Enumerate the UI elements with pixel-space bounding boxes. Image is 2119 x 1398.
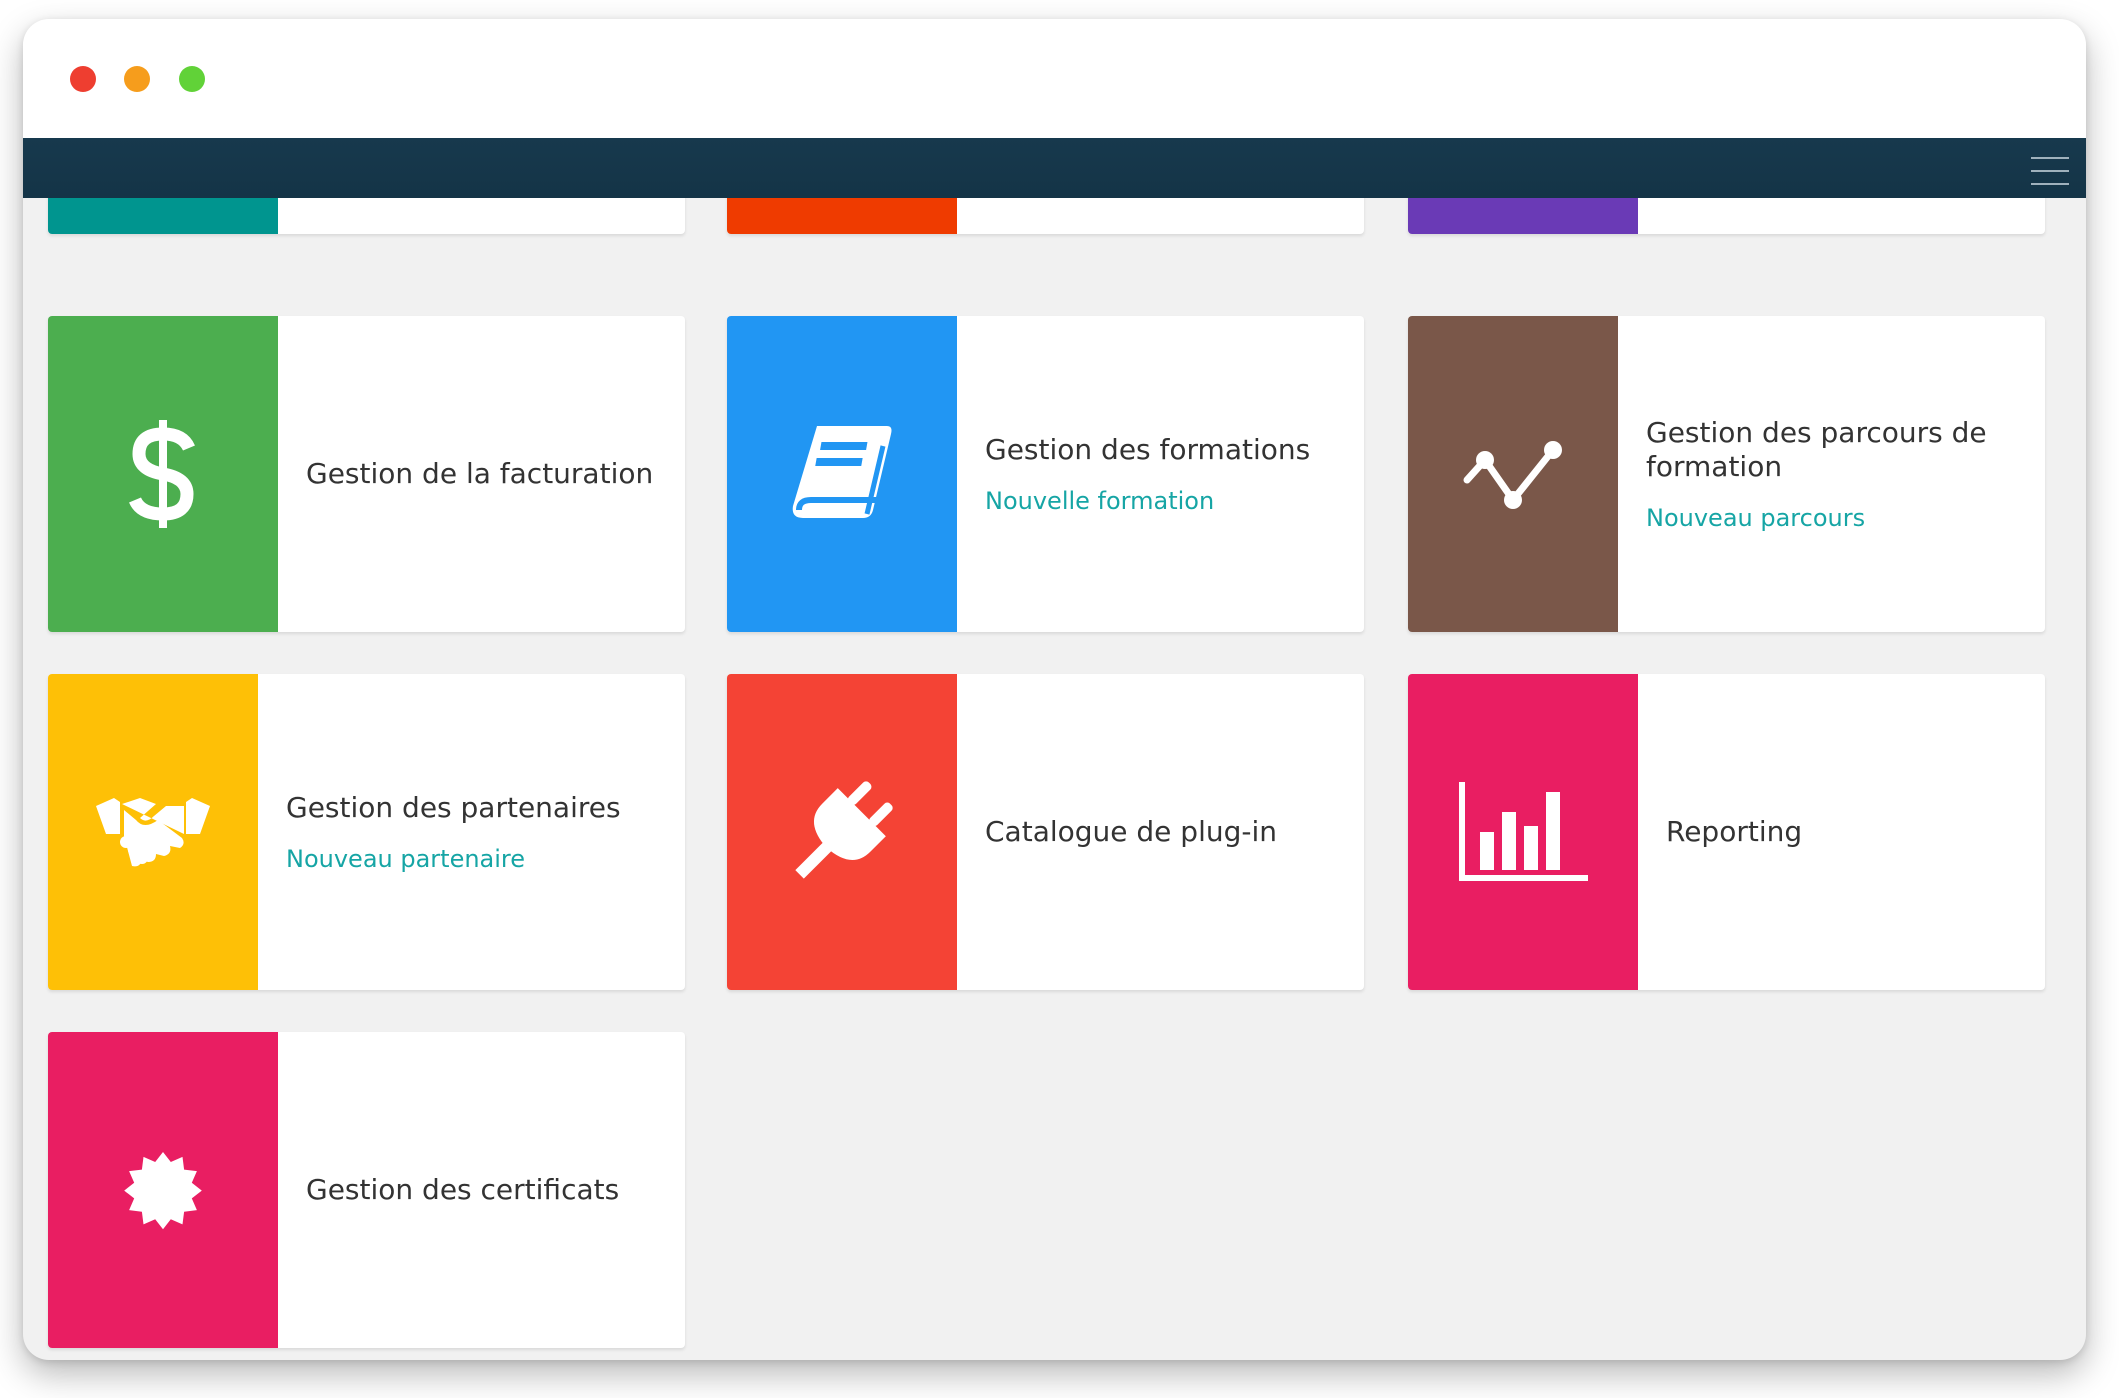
card-title: Gestion des parcours de formation — [1646, 415, 1987, 483]
browser-window: Gestion de la facturation Gestion des fo… — [23, 19, 2086, 1360]
new-partner-link[interactable]: Nouveau partenaire — [286, 845, 661, 873]
partial-card-2[interactable] — [727, 198, 1364, 234]
partial-card-1[interactable] — [48, 198, 685, 234]
card-tile-certificates — [48, 1032, 278, 1348]
card-certificates[interactable]: Gestion des certificats — [48, 1032, 685, 1348]
partial-card-3[interactable] — [1408, 198, 2045, 234]
card-plugins[interactable]: Catalogue de plug-in — [727, 674, 1364, 990]
card-tile-reporting — [1408, 674, 1638, 990]
card-title: Catalogue de plug-in — [985, 814, 1278, 848]
card-title: Reporting — [1666, 814, 1803, 848]
card-trainings[interactable]: Gestion des formations Nouvelle formatio… — [727, 316, 1364, 632]
card-title: Gestion des formations — [985, 432, 1311, 466]
hamburger-menu-icon[interactable] — [2031, 157, 2069, 185]
card-tile — [48, 198, 278, 234]
card-title: Gestion des certificats — [306, 1172, 620, 1206]
dollar-sign-icon — [129, 420, 195, 528]
card-tile — [1408, 198, 1638, 234]
card-tile — [727, 198, 957, 234]
new-training-link[interactable]: Nouvelle formation — [985, 487, 1340, 515]
card-paths[interactable]: Gestion des parcours de formation Nouvea… — [1408, 316, 2045, 632]
bar-chart-icon — [1459, 782, 1588, 881]
card-title: Gestion des partenaires — [286, 790, 621, 824]
card-tile-partners — [48, 674, 258, 990]
window-titlebar — [23, 19, 2086, 138]
new-path-link[interactable]: Nouveau parcours — [1646, 504, 2021, 532]
card-billing[interactable]: Gestion de la facturation — [48, 316, 685, 632]
window-close-button[interactable] — [70, 66, 96, 92]
window-minimize-button[interactable] — [124, 66, 150, 92]
card-title: Gestion de la facturation — [306, 456, 654, 490]
card-tile-trainings — [727, 316, 957, 632]
card-tile-paths — [1408, 316, 1618, 632]
card-tile-plugins — [727, 674, 957, 990]
plug-icon — [795, 781, 893, 879]
card-reporting[interactable]: Reporting — [1408, 674, 2045, 990]
window-maximize-button[interactable] — [179, 66, 205, 92]
handshake-icon — [96, 798, 210, 867]
top-navbar — [23, 138, 2086, 198]
card-tile-billing — [48, 316, 278, 632]
book-icon — [792, 426, 892, 518]
card-partners[interactable]: Gestion des partenaires Nouveau partenai… — [48, 674, 685, 990]
certificate-badge-icon — [124, 1152, 202, 1230]
line-chart-icon — [1463, 441, 1562, 509]
dashboard-content: Gestion de la facturation Gestion des fo… — [23, 198, 2086, 1360]
